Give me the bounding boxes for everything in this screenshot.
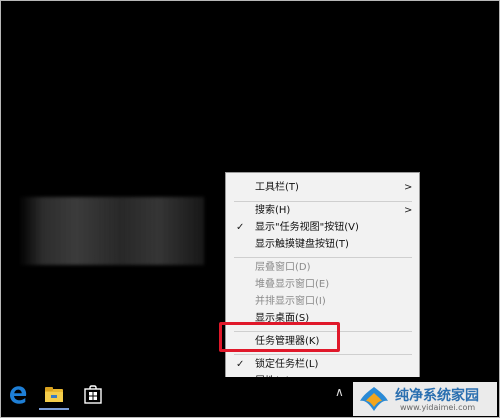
menu-separator [234,354,412,355]
task-manager-highlight-box [219,322,340,352]
chevron-right-icon: > [404,205,413,216]
menu-item-show-task-view-button[interactable]: ✓ 显示"任务视图"按钮(V) [226,219,419,237]
menu-item-toolbars[interactable]: 工具栏(T) > [226,179,419,197]
menu-item-side-by-side-windows: 并排显示窗口(I) [226,293,419,311]
menu-item-label: 堆叠显示窗口(E) [255,279,330,290]
menu-item-label: 锁定任务栏(L) [255,359,319,370]
edge-icon[interactable] [6,383,30,407]
menu-item-search[interactable]: 搜索(H) > [226,202,419,220]
menu-item-label: 并排显示窗口(I) [255,296,326,307]
menu-item-stack-windows: 堆叠显示窗口(E) [226,276,419,294]
menu-item-cascade-windows: 层叠窗口(D) [226,259,419,277]
menu-item-label: 工具栏(T) [255,182,299,193]
watermark-logo-icon [360,387,388,411]
tray-arrow-icon[interactable]: ∧ [335,385,344,399]
watermark-url: www.yidaimei.com [400,403,476,412]
blurred-desktop-area [21,197,204,265]
menu-item-label: 层叠窗口(D) [255,262,311,273]
checkmark-icon: ✓ [236,359,245,370]
menu-separator [234,257,412,258]
menu-item-label: 显示"任务视图"按钮(V) [255,222,359,233]
menu-item-label: 显示触摸键盘按钮(T) [255,239,349,250]
menu-item-show-touch-keyboard-button[interactable]: 显示触摸键盘按钮(T) [226,236,419,254]
menu-item-label: 搜索(H) [255,205,291,216]
menu-item-lock-taskbar[interactable]: ✓ 锁定任务栏(L) [226,356,419,374]
chevron-right-icon: > [404,182,413,193]
taskbar-context-menu: 工具栏(T) > 搜索(H) > ✓ 显示"任务视图"按钮(V) 显示触摸键盘按… [225,172,420,394]
active-app-indicator [39,408,69,410]
site-watermark: 纯净系统家园 www.yidaimei.com [353,382,497,416]
screenshot-frame: 工具栏(T) > 搜索(H) > ✓ 显示"任务视图"按钮(V) 显示触摸键盘按… [0,0,500,418]
file-explorer-icon[interactable] [42,383,66,407]
store-icon[interactable] [81,383,105,407]
watermark-title: 纯净系统家园 [395,388,479,404]
checkmark-icon: ✓ [236,222,245,233]
